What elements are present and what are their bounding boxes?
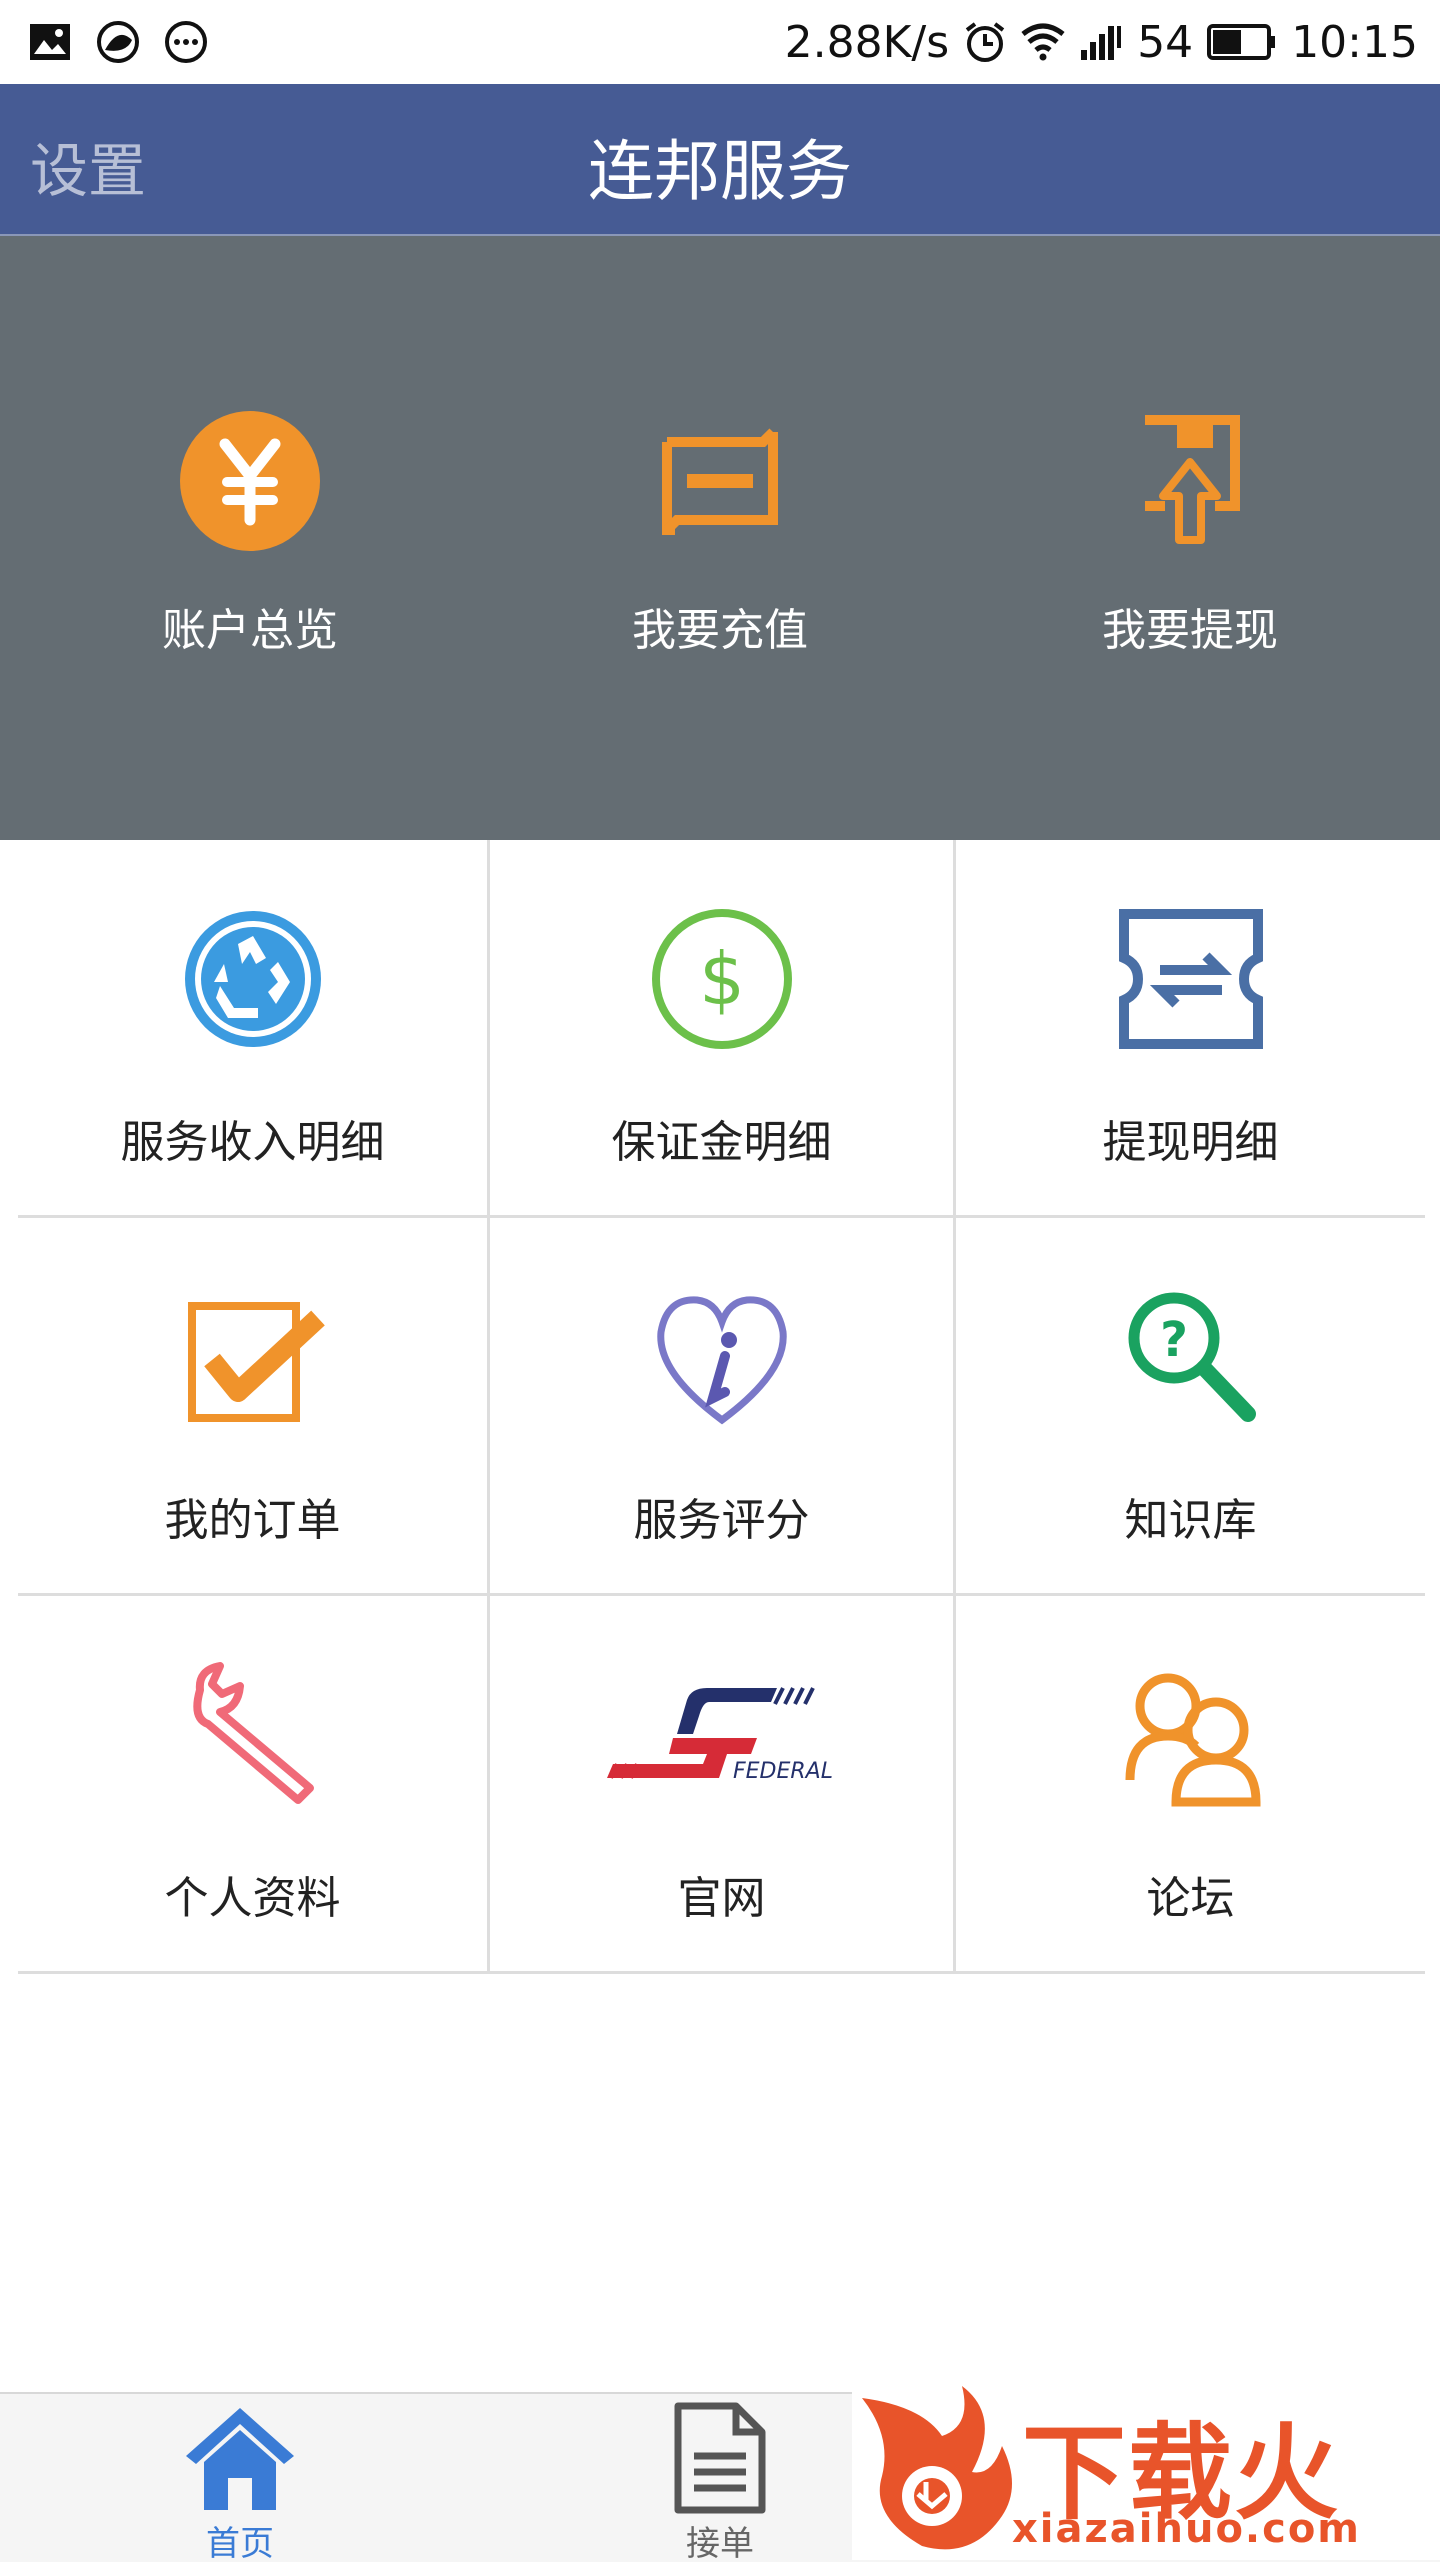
- my-orders-label: 我的订单: [164, 1495, 341, 1546]
- withdraw-detail-label: 提现明细: [1102, 1117, 1279, 1168]
- knowledge-base-label: 知识库: [1124, 1495, 1257, 1546]
- deposit-detail-label: 保证金明细: [611, 1117, 832, 1168]
- official-site-label: 官网: [677, 1873, 766, 1924]
- service-grid: 服务收入明细 $ 保证金明细 提现明细 我的订单 服务评分 ? 知识库 个人资料…: [18, 840, 1426, 1974]
- withdraw-label: 我要提现: [1102, 605, 1278, 656]
- exchange-ticket-icon: [1118, 909, 1263, 1049]
- top-panel: 账户总览 我要充值 我要提现: [0, 236, 1440, 840]
- withdraw-detail-button[interactable]: 提现明细: [956, 840, 1425, 1218]
- federal-logo-icon: FEDERAL: [606, 1687, 833, 1784]
- status-right: 2.88K/s 54 10:15: [785, 14, 1418, 70]
- withdraw-icon: [1145, 415, 1240, 544]
- users-icon: [1125, 1673, 1261, 1807]
- official-site-button[interactable]: FEDERAL 官网: [487, 1596, 956, 1974]
- tab-orders[interactable]: 接单: [570, 2394, 870, 2565]
- home-icon: [186, 2408, 294, 2510]
- deposit-detail-button[interactable]: $ 保证金明细: [487, 840, 956, 1218]
- more-icon: [165, 21, 207, 63]
- service-rating-label: 服务评分: [633, 1495, 810, 1546]
- dollar-coin-icon: $: [651, 909, 792, 1049]
- my-orders-button[interactable]: 我的订单: [18, 1218, 487, 1596]
- knowledge-base-button[interactable]: ? 知识库: [956, 1218, 1425, 1596]
- alarm-icon: [965, 22, 1005, 62]
- wrench-icon: [192, 1662, 314, 1804]
- app-bar: 设置 连邦服务: [0, 84, 1440, 236]
- wifi-icon: [1021, 23, 1065, 61]
- service-income-detail-button[interactable]: 服务收入明细: [18, 840, 487, 1218]
- forum-label: 论坛: [1146, 1873, 1235, 1924]
- page-title: 连邦服务: [588, 133, 852, 210]
- recycle-icon: [184, 911, 321, 1047]
- battery-percent: 54: [1137, 16, 1194, 68]
- watermark-url-text: xiazaihuo.com: [1012, 2506, 1361, 2552]
- watermark: 下载火 xiazaihuo.com: [852, 2376, 1440, 2560]
- account-overview-button[interactable]: 账户总览: [10, 406, 490, 658]
- account-overview-label: 账户总览: [162, 605, 338, 656]
- browser-icon: [97, 21, 139, 63]
- status-bar: 2.88K/s 54 10:15: [0, 0, 1440, 84]
- yen-coin-icon: [180, 411, 320, 551]
- battery-icon: [1207, 24, 1276, 60]
- network-speed: 2.88K/s: [784, 16, 950, 68]
- service-income-detail-label: 服务收入明细: [120, 1117, 385, 1168]
- tab-home-label: 首页: [206, 2524, 274, 2564]
- withdraw-button[interactable]: 我要提现: [950, 406, 1430, 658]
- recharge-label: 我要充值: [632, 605, 808, 656]
- signal-icon: [1081, 26, 1122, 60]
- profile-label: 个人资料: [164, 1873, 341, 1924]
- checkbox-icon: [187, 1302, 325, 1422]
- tab-home[interactable]: 首页: [90, 2394, 390, 2565]
- svg-text:$: $: [699, 937, 745, 1021]
- image-icon: [30, 24, 70, 60]
- question-search-icon: ?: [1128, 1292, 1256, 1422]
- forum-button[interactable]: 论坛: [956, 1596, 1425, 1974]
- clock: 10:15: [1291, 16, 1418, 68]
- heart-info-icon: [656, 1296, 787, 1425]
- tab-orders-label: 接单: [686, 2524, 754, 2564]
- profile-button[interactable]: 个人资料: [18, 1596, 487, 1974]
- recharge-button[interactable]: 我要充值: [480, 406, 960, 658]
- svg-text:FEDERAL: FEDERAL: [733, 1759, 833, 1784]
- svg-text:?: ?: [1160, 1312, 1188, 1368]
- document-icon: [674, 2402, 766, 2514]
- recharge-icon: [662, 428, 778, 535]
- service-rating-button[interactable]: 服务评分: [487, 1218, 956, 1596]
- status-left: [28, 18, 208, 66]
